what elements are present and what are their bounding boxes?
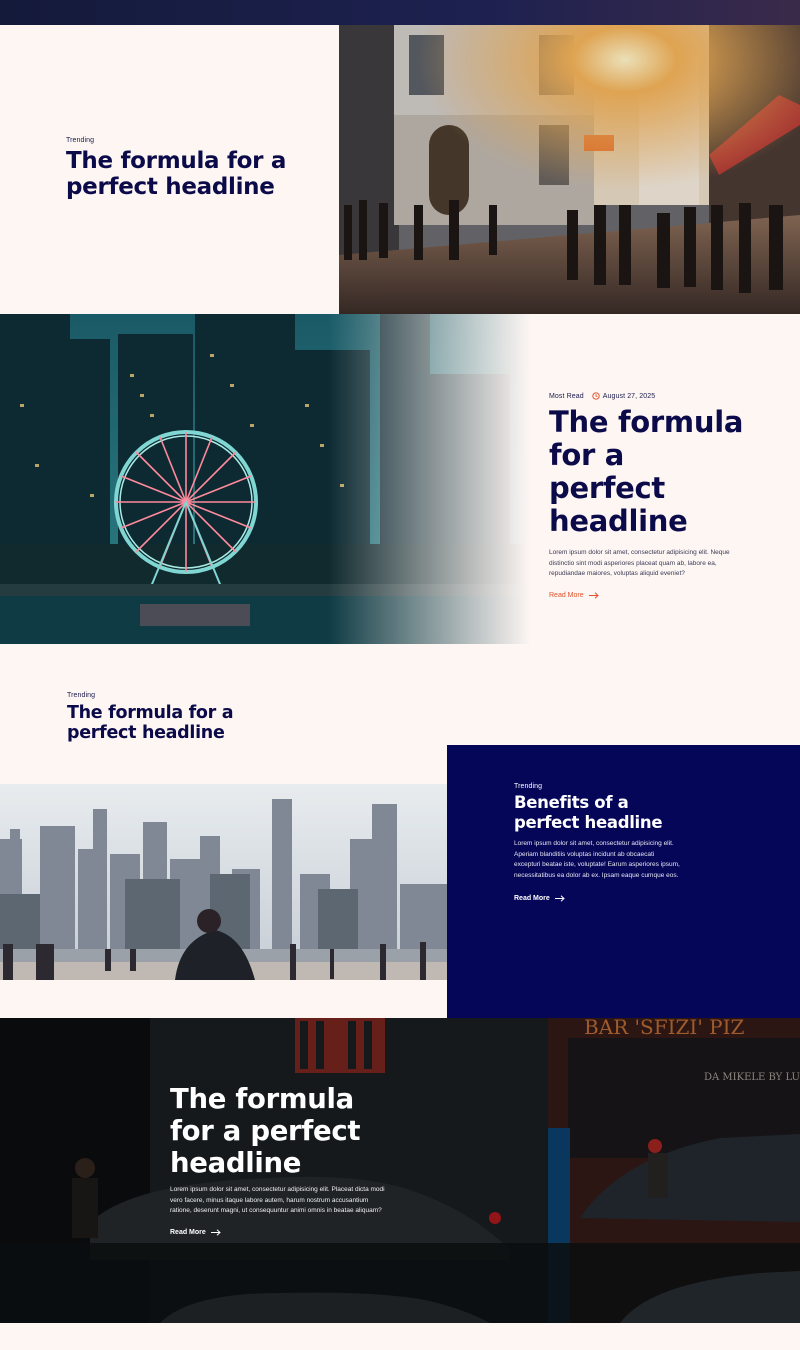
benefits-card: Trending Benefits of a perfect headline … — [447, 745, 800, 1018]
section-dark-hero: BAR 'SFIZI' PIZ DA MIKELE BY LUZZ The fo… — [0, 1018, 800, 1323]
section-trending-hero: Trending The formula for a perfect headl… — [0, 25, 800, 314]
date-label: August 27, 2025 — [602, 392, 656, 400]
arrow-right-icon — [554, 895, 565, 902]
section-benefits: Trending The formula for a perfect headl… — [0, 644, 800, 1018]
read-more-link[interactable]: Read More — [170, 1229, 400, 1236]
arrow-right-icon — [210, 1228, 221, 1236]
article-excerpt: Lorem ipsum dolor sit amet, consectetur … — [549, 549, 730, 577]
clock-icon — [592, 392, 600, 400]
trending-text-block: Trending The formula for a perfect headl… — [67, 692, 267, 743]
read-more-link[interactable]: Read More — [549, 592, 749, 599]
article-headline[interactable]: The formula for a perfect headline — [67, 703, 267, 743]
read-more-label: Read More — [170, 1228, 206, 1236]
top-banner-strip — [0, 0, 800, 25]
arrow-right-icon — [588, 591, 599, 599]
section-most-read: Most Read August 27, 2025 The formula fo… — [0, 314, 800, 644]
street-photo — [339, 25, 800, 314]
most-read-text-block: Most Read August 27, 2025 The formula fo… — [549, 392, 749, 599]
eyebrow-label: Trending — [67, 692, 96, 699]
ferris-wheel-photo — [0, 314, 530, 644]
card-excerpt: Lorem ipsum dolor sit amet, consectetur … — [514, 840, 680, 879]
read-more-link[interactable]: Read More — [514, 895, 684, 902]
dark-hero-text-block: The formula for a perfect headline Lorem… — [170, 1083, 400, 1236]
article-excerpt: Lorem ipsum dolor sit amet, consectetur … — [170, 1186, 385, 1214]
benefits-text-block: Trending Benefits of a perfect headline … — [514, 783, 684, 902]
eyebrow-label: Trending — [514, 783, 543, 790]
article-headline[interactable]: The formula for a perfect headline — [170, 1083, 400, 1179]
article-headline[interactable]: The formula for a perfect headline — [66, 148, 306, 200]
street-night-photo: BAR 'SFIZI' PIZ DA MIKELE BY LUZZ — [0, 1018, 800, 1323]
card-headline[interactable]: Benefits of a perfect headline — [514, 793, 684, 833]
eyebrow-label: Trending — [66, 137, 95, 144]
article-meta: Most Read August 27, 2025 — [549, 392, 749, 400]
article-headline[interactable]: The formula for a perfect headline — [549, 406, 749, 538]
skyline-photo — [0, 784, 447, 980]
eyebrow-label: Most Read — [549, 392, 584, 400]
trending-text-block: Trending The formula for a perfect headl… — [66, 137, 306, 200]
read-more-label: Read More — [514, 895, 550, 902]
read-more-label: Read More — [549, 591, 584, 599]
